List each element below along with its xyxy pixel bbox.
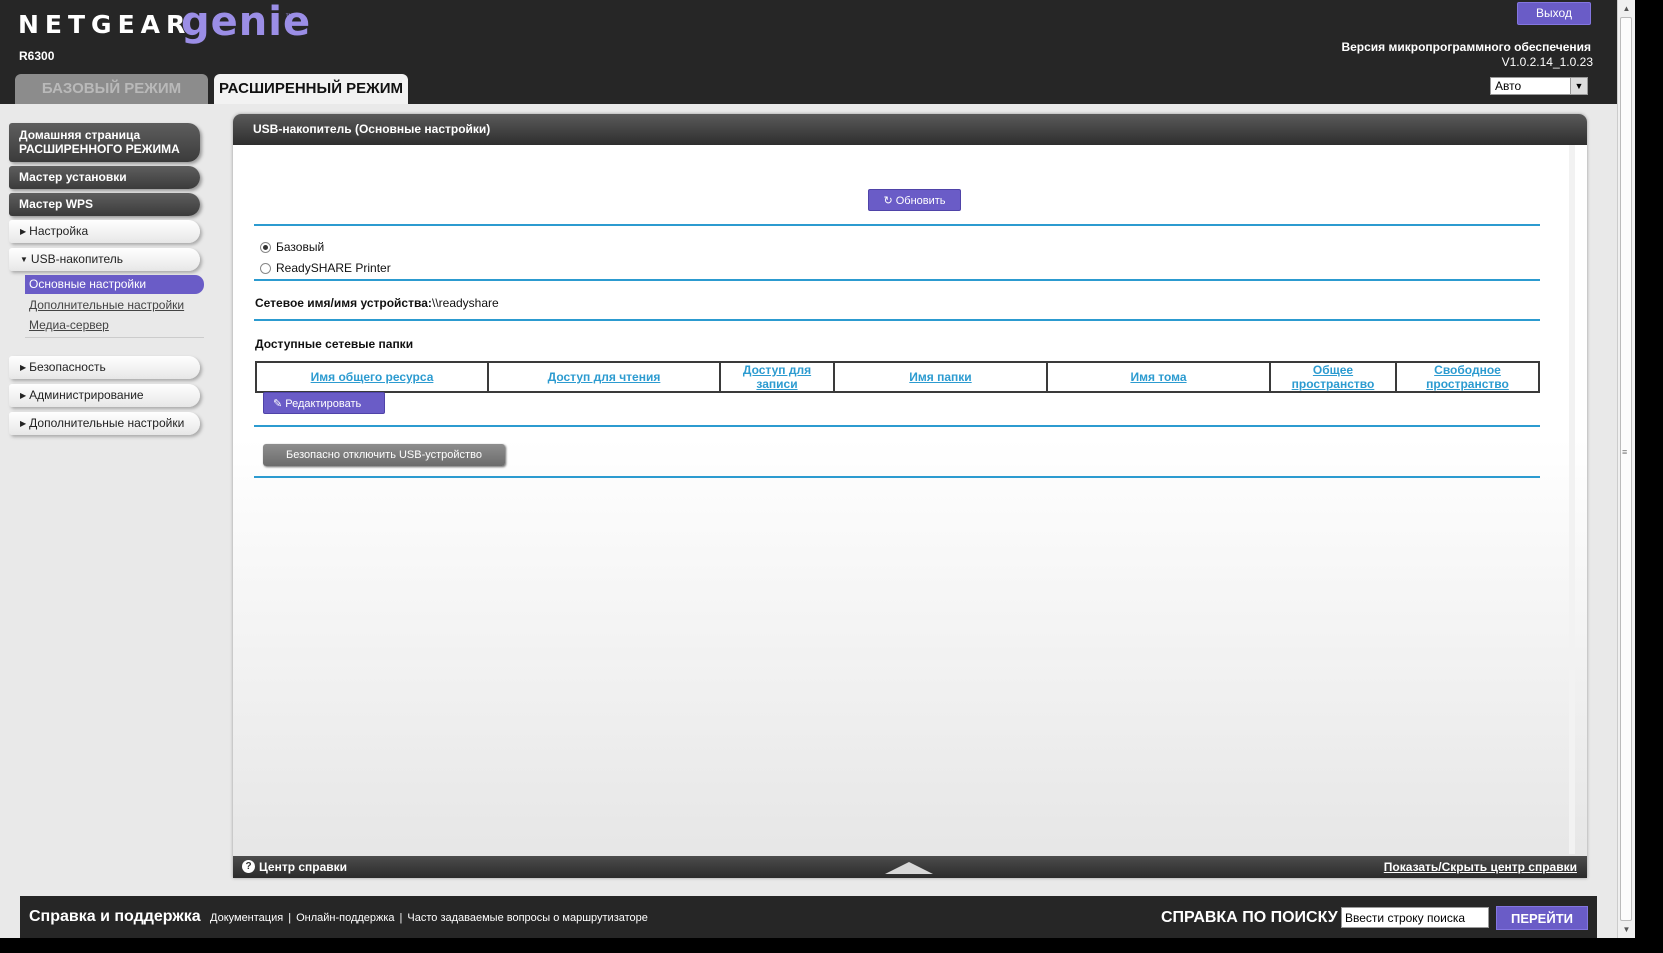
sidebar-item-label: USB-накопитель <box>30 252 124 266</box>
toggle-help-center-link[interactable]: Показать/Скрыть центр справки <box>1384 860 1577 874</box>
window-scrollbar[interactable]: ▲ ≡ ▼ <box>1617 0 1635 938</box>
panel-body: ↻ Обновить Базовый ReadySHARE Printer Се… <box>233 145 1587 878</box>
search-input[interactable] <box>1341 907 1489 928</box>
triangle-right-icon: ▶ <box>20 391 27 400</box>
firmware-version: V1.0.2.14_1.0.23 <box>1501 55 1593 69</box>
column-header-read-access[interactable]: Доступ для чтения <box>487 361 721 393</box>
router-model: R6300 <box>19 49 55 63</box>
genie-logo: genie <box>181 0 312 45</box>
online-support-link[interactable]: Онлайн-поддержка <box>296 912 394 924</box>
shared-folders-table: Имя общего ресурса Доступ для чтения Дос… <box>255 361 1540 393</box>
scrollbar-grip-icon: ≡ <box>1622 447 1628 457</box>
triangle-right-icon: ▶ <box>20 363 27 372</box>
radio-label: Базовый <box>276 240 325 254</box>
search-help-label: СПРАВКА ПО ПОИСКУ <box>1161 909 1338 926</box>
sidebar-item-setup-wizard[interactable]: Мастер установки <box>9 166 200 189</box>
scroll-up-arrow-icon[interactable]: ▲ <box>1618 0 1635 17</box>
column-header-volume-name[interactable]: Имя тома <box>1046 361 1271 393</box>
column-header-write-access[interactable]: Доступ для записи <box>719 361 835 393</box>
table-header-row: Имя общего ресурса Доступ для чтения Дос… <box>255 361 1540 393</box>
panel-scrollbar[interactable] <box>1569 145 1575 854</box>
header: NETGEAR genie ™ R6300 Выход Версия микро… <box>0 0 1617 104</box>
edit-button[interactable]: ✎ Редактировать <box>263 392 385 414</box>
radio-button-unchecked[interactable] <box>260 262 271 274</box>
netgear-logo: NETGEAR <box>18 10 192 39</box>
footer: Справка и поддержка Документация | Онлай… <box>20 896 1597 938</box>
language-select[interactable]: Авто ▼ <box>1490 77 1588 95</box>
column-header-folder-name[interactable]: Имя папки <box>833 361 1048 393</box>
chevron-down-icon[interactable]: ▼ <box>1570 78 1587 94</box>
section-divider <box>254 425 1540 427</box>
footer-links: Документация | Онлайн-поддержка | Часто … <box>210 912 648 924</box>
router-admin-page: NETGEAR genie ™ R6300 Выход Версия микро… <box>0 0 1617 938</box>
safely-remove-usb-button[interactable]: Безопасно отключить USB-устройство <box>263 444 505 466</box>
sidebar-item-label: Настройка <box>29 224 89 238</box>
sidebar-item-label: Безопасность <box>29 360 106 374</box>
available-folders-label: Доступные сетевые папки <box>255 337 414 351</box>
refresh-button-label: Обновить <box>895 195 946 207</box>
radio-basic[interactable]: Базовый <box>260 240 324 254</box>
tab-basic-mode[interactable]: БАЗОВЫЙ РЕЖИМ <box>15 74 208 104</box>
go-button[interactable]: ПЕРЕЙТИ <box>1496 906 1588 930</box>
network-name-value: \\readyshare <box>432 296 499 310</box>
language-select-value: Авто <box>1495 79 1522 93</box>
tab-advanced-mode[interactable]: РАСШИРЕННЫЙ РЕЖИМ <box>214 74 408 104</box>
trademark-mark: ™ <box>285 12 293 21</box>
section-divider <box>254 279 1540 281</box>
panel-title: USB-накопитель (Основные настройки) <box>233 114 1587 145</box>
triangle-right-icon: ▶ <box>20 227 27 236</box>
refresh-button[interactable]: ↻ Обновить <box>868 189 961 211</box>
expand-arrow-icon[interactable] <box>885 862 933 874</box>
refresh-icon: ↻ <box>883 195 893 207</box>
sidebar-item-label: Администрирование <box>29 388 144 402</box>
sidebar-item-setup[interactable]: ▶ Настройка <box>9 220 200 243</box>
sidebar-item-label: Домашняя страница <box>19 128 141 142</box>
sidebar-item-label: РАСШИРЕННОГО РЕЖИМА <box>19 142 180 156</box>
scrollbar-thumb[interactable] <box>1620 17 1632 921</box>
sidebar-subitem-advanced-settings[interactable]: Дополнительные настройки <box>29 298 184 312</box>
triangle-right-icon: ▶ <box>20 419 27 428</box>
radio-label: ReadySHARE Printer <box>276 261 391 275</box>
sidebar-subitem-media-server[interactable]: Медиа-сервер <box>29 318 109 332</box>
help-center-label: Центр справки <box>259 860 348 874</box>
section-divider <box>254 224 1540 226</box>
sidebar-item-wps-wizard[interactable]: Мастер WPS <box>9 193 200 216</box>
network-name-label: Сетевое имя/имя устройства: <box>255 296 432 310</box>
section-divider <box>254 476 1540 478</box>
sidebar-item-advanced-home[interactable]: Домашняя страница РАСШИРЕННОГО РЕЖИМА <box>9 123 200 162</box>
triangle-down-icon: ▼ <box>20 255 28 264</box>
documentation-link[interactable]: Документация <box>210 912 283 924</box>
sidebar-divider <box>25 337 204 338</box>
radio-button-checked[interactable] <box>260 241 271 253</box>
sidebar-item-label: Дополнительные настройки <box>29 416 185 430</box>
column-header-share-name[interactable]: Имя общего ресурса <box>255 361 489 393</box>
sidebar-item-usb-storage[interactable]: ▼ USB-накопитель <box>9 248 200 271</box>
help-center-bar: ? Центр справки Показать/Скрыть центр сп… <box>233 856 1587 878</box>
pencil-icon: ✎ <box>273 398 283 410</box>
link-separator: | <box>288 912 292 924</box>
edit-button-label: Редактировать <box>285 398 362 410</box>
sidebar-item-administration[interactable]: ▶ Администрирование <box>9 384 200 407</box>
link-separator: | <box>399 912 403 924</box>
firmware-label: Версия микропрограммного обеспечения <box>1341 40 1591 54</box>
sidebar-subitem-basic-settings[interactable]: Основные настройки <box>25 275 204 294</box>
scroll-down-arrow-icon[interactable]: ▼ <box>1618 921 1635 938</box>
content-panel: USB-накопитель (Основные настройки) ↻ Об… <box>233 114 1587 878</box>
radio-readyshare-printer[interactable]: ReadySHARE Printer <box>260 261 391 275</box>
footer-title: Справка и поддержка <box>29 908 201 925</box>
sidebar-item-advanced-setup[interactable]: ▶ Дополнительные настройки <box>9 412 200 435</box>
column-header-free-space[interactable]: Свободное пространство <box>1395 361 1540 393</box>
router-faq-link[interactable]: Часто задаваемые вопросы о маршрутизатор… <box>407 912 648 924</box>
help-icon: ? <box>242 860 255 873</box>
section-divider <box>254 319 1540 321</box>
column-header-total-space[interactable]: Общее пространство <box>1269 361 1397 393</box>
sidebar-item-security[interactable]: ▶ Безопасность <box>9 356 200 379</box>
logout-button[interactable]: Выход <box>1517 2 1591 25</box>
